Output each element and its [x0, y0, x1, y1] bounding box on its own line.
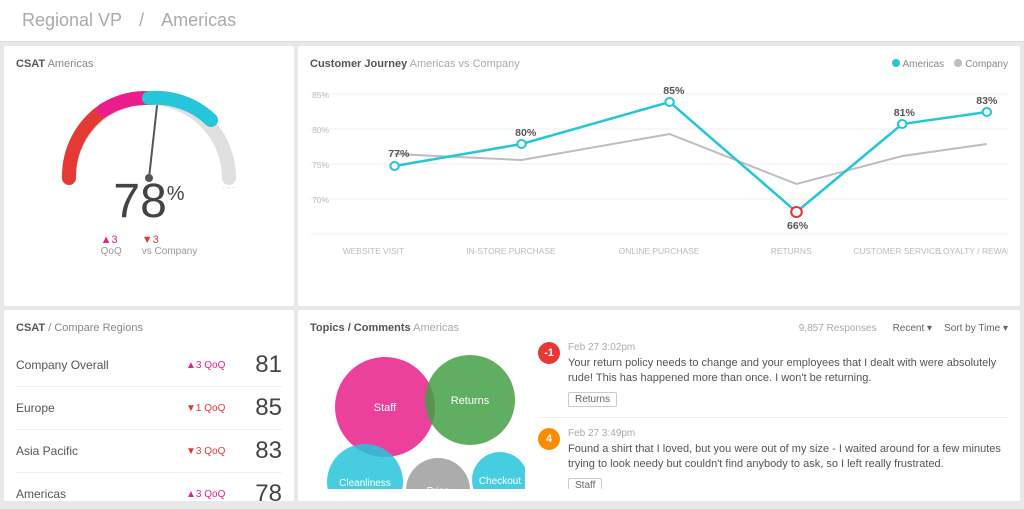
topics-comments[interactable]: -1 Feb 27 3:02pm Your return policy need…	[538, 342, 1008, 489]
svg-text:80%: 80%	[515, 128, 536, 139]
journey-legend: Americas Company	[892, 59, 1009, 70]
journey-title: Customer Journey Americas vs Company	[310, 58, 520, 70]
comment-date: Feb 27 3:49pm	[568, 428, 1008, 439]
comment-date: Feb 27 3:02pm	[568, 342, 1008, 353]
comment-score: -1	[538, 342, 560, 364]
svg-text:Returns: Returns	[451, 395, 490, 407]
main-grid: CSAT Americas 0 100	[0, 42, 1024, 505]
region-name: Americas	[16, 487, 186, 501]
svg-text:Cleanliness: Cleanliness	[339, 478, 391, 489]
breadcrumb-root[interactable]: Regional VP	[22, 10, 122, 30]
gauge-container: 0 100 78% ▲3 QoQ ▼3 vs Company	[16, 78, 282, 257]
svg-text:100: 100	[221, 186, 236, 188]
svg-text:IN-STORE PURCHASE: IN-STORE PURCHASE	[466, 247, 556, 256]
legend-americas: Americas	[892, 59, 945, 70]
compare-card: CSAT / Compare Regions Company Overall ▲…	[4, 310, 294, 501]
svg-text:0: 0	[67, 186, 72, 188]
comment-item: 4 Feb 27 3:49pm Found a shirt that I lov…	[538, 428, 1008, 489]
svg-text:WEBSITE VISIT: WEBSITE VISIT	[343, 247, 404, 256]
topics-responses: 9,857 Responses	[799, 323, 877, 334]
svg-text:81%: 81%	[894, 108, 915, 119]
comment-text: Found a shirt that I loved, but you were…	[568, 442, 1008, 473]
legend-company: Company	[954, 59, 1008, 70]
topics-card: Topics / Comments Americas 9,857 Respons…	[298, 310, 1020, 501]
comment-tag[interactable]: Returns	[568, 392, 617, 407]
topics-bubbles: Staff Returns Cleanliness Price Checkout	[310, 342, 530, 489]
breadcrumb-current[interactable]: Americas	[161, 10, 236, 30]
region-change: ▲3 QoQ	[186, 360, 246, 371]
topics-title: Topics / Comments Americas	[310, 322, 459, 334]
header: Regional VP / Americas	[0, 0, 1024, 42]
comment-item: -1 Feb 27 3:02pm Your return policy need…	[538, 342, 1008, 418]
region-score: 83	[246, 437, 282, 465]
compare-title: CSAT / Compare Regions	[16, 322, 282, 334]
svg-text:Staff: Staff	[374, 402, 397, 414]
svg-text:LOYALTY / REWARDS: LOYALTY / REWARDS	[938, 247, 1008, 256]
region-name: Europe	[16, 401, 186, 415]
svg-text:66%: 66%	[787, 221, 808, 232]
topics-sort: Recent ▾ Sort by Time ▾	[893, 323, 1008, 334]
region-row: Europe ▼1 QoQ 85	[16, 387, 282, 430]
region-row: Company Overall ▲3 QoQ 81	[16, 344, 282, 387]
topics-body: Staff Returns Cleanliness Price Checkout	[310, 342, 1008, 489]
journey-card: Customer Journey Americas vs Company Ame…	[298, 46, 1020, 306]
vs-arrow: ▼3	[142, 234, 159, 246]
svg-text:85%: 85%	[312, 91, 330, 100]
svg-text:85%: 85%	[663, 86, 684, 97]
comment-tag[interactable]: Staff	[568, 478, 602, 489]
gauge-svg: 0 100	[49, 78, 249, 188]
svg-text:77%: 77%	[388, 149, 409, 160]
region-change: ▼1 QoQ	[186, 403, 246, 414]
gauge-stats: ▲3 QoQ ▼3 vs Company	[101, 234, 198, 257]
comment-content: Feb 27 3:49pm Found a shirt that I loved…	[568, 428, 1008, 489]
svg-text:CUSTOMER SERVICE: CUSTOMER SERVICE	[853, 247, 941, 256]
svg-text:ONLINE PURCHASE: ONLINE PURCHASE	[619, 247, 700, 256]
svg-text:83%: 83%	[976, 96, 997, 107]
gauge-value: 78%	[113, 178, 184, 226]
journey-header: Customer Journey Americas vs Company Ame…	[310, 58, 1008, 70]
svg-text:RETURNS: RETURNS	[771, 247, 812, 256]
page: Regional VP / Americas CSAT Americas	[0, 0, 1024, 509]
breadcrumb-separator: /	[139, 10, 144, 30]
region-name: Company Overall	[16, 358, 186, 372]
comment-text: Your return policy needs to change and y…	[568, 356, 1008, 387]
comment-score: 4	[538, 428, 560, 450]
qoq-up-stat: ▲3 QoQ	[101, 234, 122, 257]
csat-title: CSAT Americas	[16, 58, 282, 70]
topics-header: Topics / Comments Americas 9,857 Respons…	[310, 322, 1008, 334]
sort-recent[interactable]: Recent ▾	[893, 323, 932, 334]
region-name: Asia Pacific	[16, 444, 186, 458]
region-score: 85	[246, 394, 282, 422]
svg-text:Checkout: Checkout	[479, 476, 521, 487]
region-change: ▲3 QoQ	[186, 489, 246, 500]
svg-text:80%: 80%	[312, 126, 330, 135]
region-row: Americas ▲3 QoQ 78	[16, 473, 282, 501]
region-row: Asia Pacific ▼3 QoQ 83	[16, 430, 282, 473]
page-title: Regional VP / Americas	[16, 10, 242, 31]
journey-chart: 85% 80% 75% 70% 7	[310, 74, 1008, 264]
vs-company-stat: ▼3 vs Company	[142, 234, 198, 257]
comment-content: Feb 27 3:02pm Your return policy needs t…	[568, 342, 1008, 407]
svg-text:70%: 70%	[312, 196, 330, 205]
region-score: 78	[246, 480, 282, 501]
csat-card: CSAT Americas 0 100	[4, 46, 294, 306]
region-change: ▼3 QoQ	[186, 446, 246, 457]
regions-list: Company Overall ▲3 QoQ 81 Europe ▼1 QoQ …	[16, 344, 282, 501]
sort-time[interactable]: Sort by Time ▾	[944, 323, 1008, 334]
svg-text:Price: Price	[427, 486, 450, 489]
qoq-arrow: ▲3	[101, 234, 118, 246]
svg-text:75%: 75%	[312, 161, 330, 170]
region-score: 81	[246, 351, 282, 379]
